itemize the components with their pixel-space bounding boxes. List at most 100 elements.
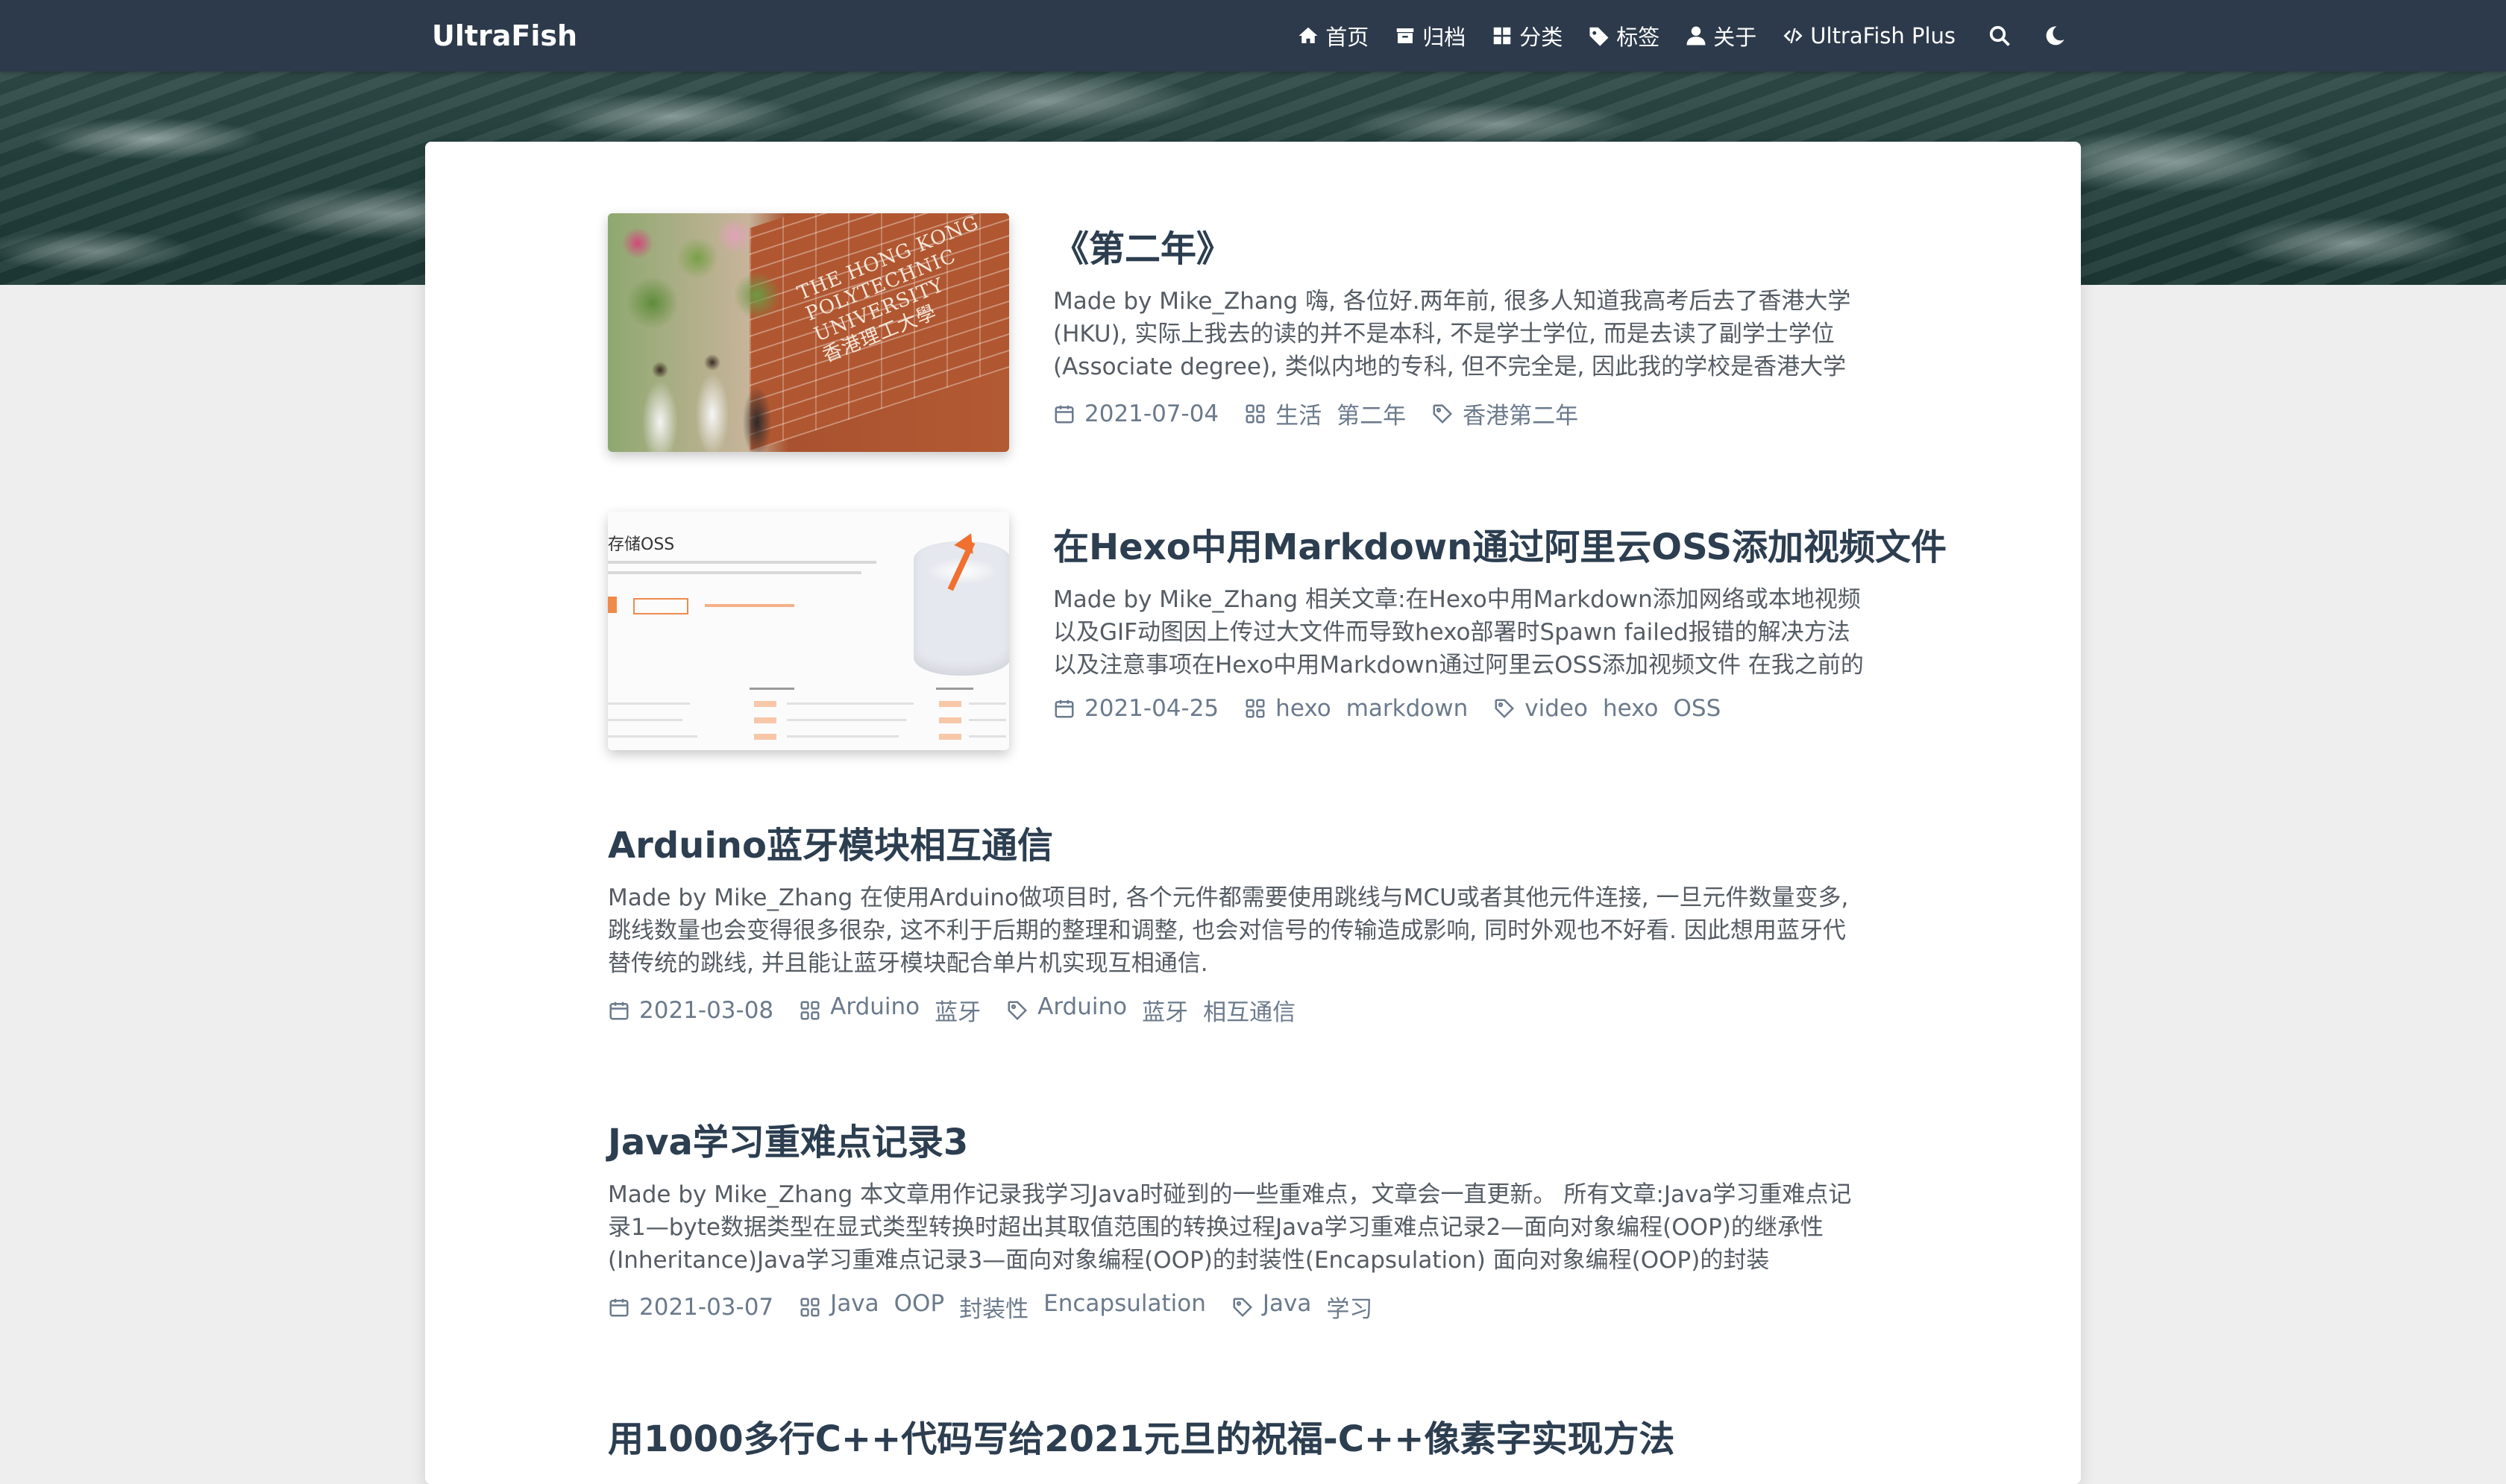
nav-item-label: 标签	[1616, 25, 1660, 50]
nav-item-label: 归档	[1422, 25, 1466, 50]
table-tag	[939, 734, 961, 740]
post-date: 2021-03-08	[608, 997, 773, 1024]
nav-item-label: 首页	[1325, 25, 1369, 50]
post-tags: 香港第二年	[1431, 397, 1578, 430]
tag-icon	[1495, 699, 1515, 719]
category-link[interactable]: hexo	[1275, 695, 1331, 722]
tag-link[interactable]: hexo	[1603, 695, 1659, 722]
calendar-icon	[609, 1298, 629, 1316]
user-icon	[1686, 26, 1706, 45]
table-tag	[754, 717, 776, 723]
category-link[interactable]: 生活	[1275, 397, 1322, 430]
tag-icon	[1233, 1298, 1252, 1317]
post-title[interactable]: 《第二年》	[1053, 227, 1859, 271]
table-line	[787, 735, 899, 738]
category-icon	[1493, 27, 1511, 45]
post-date: 2021-07-04	[1053, 400, 1219, 427]
table-tag	[754, 701, 776, 707]
nav-item-about[interactable]: 关于	[1685, 20, 1756, 51]
post-categories: Arduino 蓝牙	[799, 993, 981, 1027]
code-icon	[1783, 28, 1803, 43]
post-meta: 2021-04-25 hexo markdown video hexo OSS	[1053, 695, 1866, 722]
post-date-text: 2021-07-04	[1084, 400, 1219, 427]
nav-menu: 首页 归档 分类 标签 关于 UltraFish Plus	[1297, 0, 2066, 72]
category-icon	[800, 1298, 820, 1316]
category-icon	[1246, 404, 1265, 423]
nav-item-label: 关于	[1713, 25, 1757, 50]
theme-toggle-button[interactable]	[2044, 25, 2066, 47]
post-meta: 2021-07-04 生活 第二年 香港第二年	[1053, 397, 1859, 430]
post-title[interactable]: Arduino蓝牙模块相互通信	[608, 823, 1868, 868]
home-icon	[1298, 27, 1318, 43]
post-date-text: 2021-03-08	[639, 996, 774, 1024]
table-tag	[939, 701, 961, 707]
tag-link[interactable]: Arduino	[1037, 993, 1127, 1027]
tag-link[interactable]: video	[1524, 695, 1588, 722]
category-icon	[800, 1001, 820, 1019]
category-link[interactable]: OOP	[894, 1290, 945, 1324]
moon-icon	[2046, 26, 2064, 45]
nav-item-tags[interactable]: 标签	[1588, 20, 1659, 51]
post-title[interactable]: 在Hexo中用Markdown通过阿里云OSS添加视频文件	[1053, 525, 1947, 570]
tag-link[interactable]: 香港第二年	[1463, 397, 1578, 430]
post-tags: video hexo OSS	[1493, 695, 1721, 722]
table-line	[787, 702, 914, 705]
category-link[interactable]: Arduino	[830, 993, 920, 1027]
nav-item-archives[interactable]: 归档	[1394, 20, 1466, 51]
category-link[interactable]: markdown	[1346, 695, 1469, 722]
post-categories: 生活 第二年	[1244, 397, 1406, 430]
calendar-icon	[609, 1002, 629, 1019]
table-line	[969, 719, 1006, 721]
category-link[interactable]: 第二年	[1337, 397, 1406, 430]
tag-link[interactable]: 相互通信	[1203, 993, 1296, 1027]
post-categories: hexo markdown	[1244, 695, 1468, 722]
nav-item-plus[interactable]: UltraFish Plus	[1782, 23, 1956, 48]
post-card: Java学习重难点记录3 Made by Mike_Zhang 本文章用作记录我…	[608, 1120, 1868, 1324]
table-tag	[939, 717, 961, 723]
post-thumbnail[interactable]: 存储OSS	[608, 512, 1009, 750]
tag-link[interactable]: 学习	[1326, 1290, 1372, 1324]
table-line	[608, 719, 682, 721]
oss-title: 存储OSS	[608, 535, 675, 554]
category-link[interactable]: 封装性	[959, 1290, 1029, 1324]
category-icon	[1246, 699, 1265, 718]
post-date-text: 2021-03-07	[639, 1293, 774, 1321]
post-meta: 2021-03-07 Java OOP 封装性 Encapsulation Ja…	[608, 1290, 1868, 1324]
category-link[interactable]: 蓝牙	[935, 993, 981, 1027]
post-excerpt: Made by Mike_Zhang 嗨, 各位好.两年前, 很多人知道我高考后…	[1053, 288, 1851, 380]
post-date-text: 2021-04-25	[1084, 695, 1219, 722]
post-title[interactable]: 用1000多行C++代码写给2021元旦的祝福-C++像素字实现方法	[608, 1417, 1868, 1462]
table-line	[969, 702, 1006, 705]
post-thumbnail[interactable]: THE HONG KONG POLYTECHNIC UNIVERSITY 香港理…	[608, 213, 1009, 452]
table-line	[969, 735, 1006, 738]
console-table	[608, 683, 1009, 750]
tag-link[interactable]: Java	[1263, 1290, 1311, 1324]
nav-item-home[interactable]: 首页	[1297, 20, 1369, 51]
table-line	[608, 702, 690, 705]
post-excerpt: Made by Mike_Zhang 本文章用作记录我学习Java时碰到的一些重…	[608, 1181, 1852, 1274]
search-button[interactable]	[1988, 25, 2011, 47]
site-brand[interactable]: UltraFish	[432, 0, 577, 72]
post-excerpt: Made by Mike_Zhang 相关文章:在Hexo中用Markdown添…	[1053, 586, 1864, 679]
post-date: 2021-04-25	[1053, 695, 1219, 722]
post-card: 在Hexo中用Markdown通过阿里云OSS添加视频文件 Made by Mi…	[1053, 525, 1947, 722]
top-navbar: UltraFish 首页 归档 分类 标签 关于 UltraFish Plus	[0, 0, 2506, 72]
post-title[interactable]: Java学习重难点记录3	[608, 1120, 1868, 1165]
category-link[interactable]: Encapsulation	[1043, 1290, 1206, 1324]
tag-link[interactable]: 蓝牙	[1142, 993, 1188, 1027]
tag-icon	[1433, 404, 1453, 424]
nav-item-categories[interactable]: 分类	[1491, 20, 1563, 51]
text-line	[705, 604, 794, 607]
calendar-icon	[1055, 699, 1074, 718]
category-link[interactable]: Java	[830, 1290, 879, 1324]
table-heading	[750, 688, 794, 690]
nav-item-label: UltraFish Plus	[1810, 23, 1956, 48]
tag-icon	[1008, 1001, 1028, 1020]
post-categories: Java OOP 封装性 Encapsulation	[799, 1290, 1206, 1324]
tag-icon	[1589, 27, 1609, 46]
tag-link[interactable]: OSS	[1674, 695, 1721, 722]
table-line	[608, 735, 697, 738]
table-heading	[936, 688, 973, 690]
calendar-icon	[1055, 405, 1074, 423]
text-line	[608, 561, 876, 564]
